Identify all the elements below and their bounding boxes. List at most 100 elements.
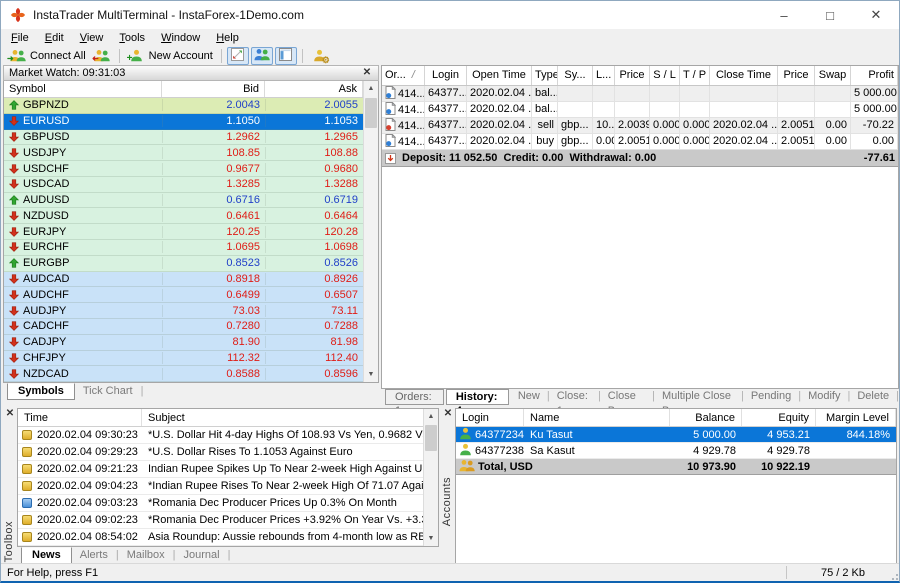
- orders-row[interactable]: 414...64377...2020.02.04 ...sellgbp...10…: [382, 118, 898, 134]
- news-row[interactable]: 2020.02.04 09:03:23*Romania Dec Producer…: [18, 495, 438, 512]
- market-watch-row-audcad[interactable]: AUDCAD0.89180.8926: [4, 272, 363, 288]
- market-watch-toggle-button[interactable]: [227, 47, 249, 65]
- accounts-row[interactable]: 64377234Ku Tasut5 000.004 953.21844.18%: [456, 427, 896, 443]
- news-row[interactable]: 2020.02.04 08:54:02Asia Roundup: Aussie …: [18, 529, 438, 546]
- news-col-time[interactable]: Time: [18, 409, 142, 426]
- market-watch-row-audjpy[interactable]: AUDJPY73.0373.11: [4, 303, 363, 319]
- market-watch-row-nzdcad[interactable]: NZDCAD0.85880.8596: [4, 366, 363, 382]
- orders-row[interactable]: 414...64377...2020.02.04 ...bal...5 000.…: [382, 86, 898, 102]
- orders-col-11[interactable]: Swap: [815, 66, 851, 85]
- trade-tab-close-by[interactable]: Close By: [601, 389, 652, 405]
- orders-col-9[interactable]: Close Time: [710, 66, 778, 85]
- news-scrollbar[interactable]: ▲ ▼: [423, 409, 438, 546]
- accounts-vertical-label[interactable]: Accounts: [441, 477, 454, 526]
- scroll-down-icon[interactable]: ▼: [364, 367, 378, 382]
- scroll-up-icon[interactable]: ▲: [424, 409, 438, 424]
- menu-item-tools[interactable]: Tools: [111, 31, 153, 45]
- news-row[interactable]: 2020.02.04 09:30:23*U.S. Dollar Hit 4-da…: [18, 427, 438, 444]
- orders-col-8[interactable]: T / P: [680, 66, 710, 85]
- orders-row[interactable]: 414...64377...2020.02.04 ...bal...5 000.…: [382, 102, 898, 118]
- market-watch-row-eurjpy[interactable]: EURJPY120.25120.28: [4, 224, 363, 240]
- orders-row[interactable]: 414...64377...2020.02.04 ...buygbp...0.0…: [382, 134, 898, 150]
- market-watch-col-bid[interactable]: Bid: [162, 81, 265, 97]
- orders-col-5[interactable]: L...: [593, 66, 615, 85]
- accounts-toggle-button[interactable]: [251, 47, 273, 65]
- new-account-button[interactable]: + New Account: [124, 47, 217, 65]
- trade-tab-history-4[interactable]: History: 4: [446, 389, 509, 405]
- accounts-row[interactable]: 64377238Sa Kasut4 929.784 929.78: [456, 443, 896, 459]
- toolbox-close-icon[interactable]: ✕: [4, 408, 16, 420]
- accounts-col-login[interactable]: Login: [456, 409, 524, 426]
- trade-tab-multiple-close-by[interactable]: Multiple Close By: [655, 389, 741, 405]
- toolbox-tab-mailbox[interactable]: Mailbox: [119, 547, 173, 561]
- news-row[interactable]: 2020.02.04 09:04:23*Indian Rupee Rises T…: [18, 478, 438, 495]
- account-settings-button[interactable]: ⚙: [307, 47, 332, 65]
- news-row[interactable]: 2020.02.04 09:21:23Indian Rupee Spikes U…: [18, 461, 438, 478]
- menu-item-file[interactable]: File: [3, 31, 37, 45]
- close-button[interactable]: ✕: [853, 1, 899, 29]
- accounts-col-equity[interactable]: Equity: [742, 409, 816, 426]
- market-watch-row-eurgbp[interactable]: EURGBP0.85230.8526: [4, 256, 363, 272]
- orders-col-6[interactable]: Price: [615, 66, 650, 85]
- orders-col-3[interactable]: Type: [532, 66, 558, 85]
- market-watch-close-icon[interactable]: ✕: [361, 67, 373, 79]
- maximize-button[interactable]: □: [807, 1, 853, 29]
- orders-col-2[interactable]: Open Time: [467, 66, 532, 85]
- market-watch-row-audchf[interactable]: AUDCHF0.64990.6507: [4, 287, 363, 303]
- minimize-button[interactable]: –: [761, 1, 807, 29]
- market-watch-row-usdjpy[interactable]: USDJPY108.85108.88: [4, 145, 363, 161]
- market-watch-row-usdcad[interactable]: USDCAD1.32851.3288: [4, 177, 363, 193]
- accounts-close-icon[interactable]: ✕: [442, 408, 454, 420]
- market-watch-row-gbpusd[interactable]: GBPUSD1.29621.2965: [4, 130, 363, 146]
- market-watch-tab-tick-chart[interactable]: Tick Chart: [75, 383, 141, 397]
- market-watch-row-chfjpy[interactable]: CHFJPY112.32112.40: [4, 351, 363, 367]
- accounts-col-name[interactable]: Name: [524, 409, 670, 426]
- trade-tab-close-1[interactable]: Close: 1: [550, 389, 598, 405]
- toolbox-toggle-button[interactable]: [275, 47, 297, 65]
- trade-tab-delete[interactable]: Delete: [850, 389, 896, 405]
- orders-col-4[interactable]: Sy...: [558, 66, 593, 85]
- scroll-up-icon[interactable]: ▲: [364, 81, 378, 96]
- orders-col-7[interactable]: S / L: [650, 66, 680, 85]
- orders-col-10[interactable]: Price: [778, 66, 815, 85]
- trade-tab-pending[interactable]: Pending: [744, 389, 798, 405]
- orders-col-1[interactable]: Login: [425, 66, 467, 85]
- trade-tab-orders-1[interactable]: Orders: 1: [385, 389, 444, 405]
- market-watch-col-symbol[interactable]: Symbol: [4, 81, 162, 97]
- disconnect-button[interactable]: ➜: [90, 47, 115, 65]
- market-watch-row-cadchf[interactable]: CADCHF0.72800.7288: [4, 319, 363, 335]
- market-watch-row-cadjpy[interactable]: CADJPY81.9081.98: [4, 335, 363, 351]
- market-watch-row-usdchf[interactable]: USDCHF0.96770.9680: [4, 161, 363, 177]
- news-row[interactable]: 2020.02.04 09:02:23*Romania Dec Producer…: [18, 512, 438, 529]
- market-watch-row-gbpnzd[interactable]: GBPNZD2.00432.0055: [4, 98, 363, 114]
- orders-cell: [680, 86, 710, 101]
- market-watch-tab-symbols[interactable]: Symbols: [7, 383, 75, 400]
- accounts-col-balance[interactable]: Balance: [670, 409, 742, 426]
- menu-item-view[interactable]: View: [72, 31, 112, 45]
- toolbox-vertical-label[interactable]: Toolbox: [3, 521, 16, 562]
- scroll-down-icon[interactable]: ▼: [424, 531, 438, 546]
- market-watch-row-audusd[interactable]: AUDUSD0.67160.6719: [4, 193, 363, 209]
- resize-grip[interactable]: [888, 570, 898, 580]
- market-watch-scrollbar[interactable]: ▲ ▼: [363, 81, 378, 382]
- scroll-thumb[interactable]: [365, 98, 377, 128]
- market-watch-row-nzdusd[interactable]: NZDUSD0.64610.6464: [4, 208, 363, 224]
- scroll-thumb[interactable]: [425, 425, 437, 451]
- menu-item-window[interactable]: Window: [153, 31, 208, 45]
- orders-col-12[interactable]: Profit: [851, 66, 898, 85]
- toolbox-tab-journal[interactable]: Journal: [176, 547, 228, 561]
- menu-item-help[interactable]: Help: [208, 31, 247, 45]
- market-watch-row-eurusd[interactable]: EURUSD1.10501.1053: [4, 114, 363, 130]
- market-watch-col-ask[interactable]: Ask: [265, 81, 363, 97]
- market-watch-row-eurchf[interactable]: EURCHF1.06951.0698: [4, 240, 363, 256]
- toolbox-tab-news[interactable]: News: [21, 547, 72, 564]
- trade-tab-modify[interactable]: Modify: [801, 389, 847, 405]
- accounts-col-margin-level[interactable]: Margin Level: [816, 409, 896, 426]
- toolbox-tab-alerts[interactable]: Alerts: [72, 547, 116, 561]
- news-row[interactable]: 2020.02.04 09:29:23*U.S. Dollar Rises To…: [18, 444, 438, 461]
- trade-tab-new[interactable]: New: [511, 389, 547, 405]
- news-col-subject[interactable]: Subject: [142, 409, 438, 426]
- menu-item-edit[interactable]: Edit: [37, 31, 72, 45]
- connect-all-button[interactable]: ➜ Connect All: [5, 47, 90, 65]
- orders-col-0[interactable]: Or.../: [382, 66, 425, 85]
